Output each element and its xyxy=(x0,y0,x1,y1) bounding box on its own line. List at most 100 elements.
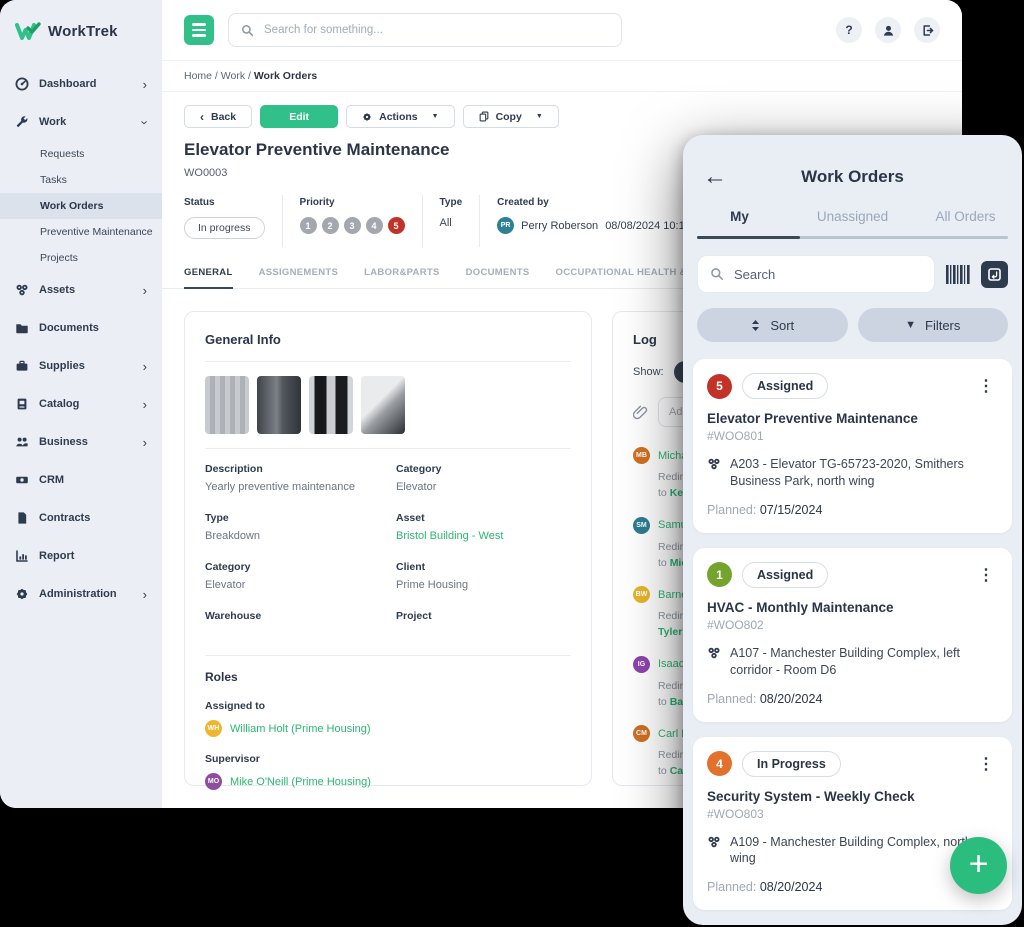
card-title: General Info xyxy=(205,332,571,347)
tab-underline xyxy=(697,236,1008,239)
user-button[interactable] xyxy=(875,17,901,43)
sidebar-item-work[interactable]: Work › xyxy=(0,103,162,141)
sidebar-item-projects[interactable]: Projects xyxy=(0,245,162,271)
sidebar-item-tasks[interactable]: Tasks xyxy=(0,167,162,193)
chevron-right-icon: › xyxy=(143,77,147,92)
tab-all-orders[interactable]: All Orders xyxy=(909,209,1022,236)
logout-button[interactable] xyxy=(914,17,940,43)
breadcrumb-current: Work Orders xyxy=(254,70,317,82)
planned-date: 08/20/2024 xyxy=(760,692,823,706)
field-type: Type Breakdown xyxy=(205,512,380,543)
tab-my[interactable]: My xyxy=(683,209,796,236)
priority-badge: 5 xyxy=(707,374,732,399)
kebab-menu-icon[interactable]: ⋮ xyxy=(974,754,998,774)
bar-chart-icon xyxy=(15,549,29,563)
toolbar: ‹ Back Edit Actions ▼ Copy ▼ xyxy=(162,92,962,130)
chevron-right-icon: › xyxy=(143,435,147,450)
priority-badge: 1 xyxy=(707,562,732,587)
sidebar-item-business[interactable]: Business › xyxy=(0,423,162,461)
sidebar-item-dashboard[interactable]: Dashboard › xyxy=(0,65,162,103)
people-icon xyxy=(15,435,29,449)
sidebar-item-label: Business xyxy=(39,436,88,448)
roles-title: Roles xyxy=(205,670,571,684)
asset-link[interactable]: Bristol Building - West xyxy=(396,530,571,543)
work-order-list: 5 Assigned ⋮ Elevator Preventive Mainten… xyxy=(693,359,1012,910)
edit-button[interactable]: Edit xyxy=(260,105,338,128)
field-project: Project xyxy=(396,610,571,641)
field-asset: Asset Bristol Building - West xyxy=(396,512,571,543)
sidebar-item-crm[interactable]: CRM xyxy=(0,461,162,499)
wo-photo-4[interactable] xyxy=(361,376,405,434)
assigned-to-user: WH William Holt (Prime Housing) xyxy=(205,720,571,737)
avatar: CM xyxy=(633,725,650,742)
kebab-menu-icon[interactable]: ⋮ xyxy=(974,565,998,585)
status-badge: Assigned xyxy=(742,562,828,588)
avatar: MO xyxy=(205,773,222,790)
tab-unassigned[interactable]: Unassigned xyxy=(796,209,909,236)
kebab-menu-icon[interactable]: ⋮ xyxy=(974,376,998,396)
sidebar-item-label: Dashboard xyxy=(39,78,96,90)
global-search-input[interactable] xyxy=(262,23,609,37)
chevron-down-icon: › xyxy=(137,120,152,124)
copy-button[interactable]: Copy ▼ xyxy=(463,105,559,128)
chevron-right-icon: › xyxy=(143,359,147,374)
barcode-scan-icon[interactable] xyxy=(945,263,971,286)
wo-photo-2[interactable] xyxy=(257,376,301,434)
sidebar-item-documents[interactable]: Documents xyxy=(0,309,162,347)
global-search xyxy=(228,13,622,47)
planned-date: 07/15/2024 xyxy=(760,503,823,517)
tab-documents[interactable]: DOCUMENTS xyxy=(466,267,530,288)
field-category-2: Category Elevator xyxy=(205,561,380,592)
plus-icon: + xyxy=(969,847,989,881)
work-order-card[interactable]: 1 Assigned ⋮ HVAC - Monthly Maintenance … xyxy=(693,548,1012,722)
back-arrow-icon[interactable]: ← xyxy=(703,165,727,189)
tab-labor-parts[interactable]: LABOR&PARTS xyxy=(364,267,439,288)
tab-general[interactable]: GENERAL xyxy=(184,267,233,289)
card-code: #WOO803 xyxy=(707,807,998,821)
field-warehouse: Warehouse xyxy=(205,610,380,641)
paperclip-icon[interactable] xyxy=(633,405,648,420)
help-button[interactable]: ? xyxy=(836,17,862,43)
sidebar-item-administration[interactable]: Administration › xyxy=(0,575,162,613)
sidebar-item-label: Administration xyxy=(39,588,117,600)
wo-photo-1[interactable] xyxy=(205,376,249,434)
tab-assignments[interactable]: ASSIGNEMENTS xyxy=(259,267,339,288)
sidebar-item-requests[interactable]: Requests xyxy=(0,141,162,167)
gears-icon xyxy=(707,457,721,471)
card-title: HVAC - Monthly Maintenance xyxy=(707,600,998,615)
show-label: Show: xyxy=(633,366,664,378)
sidebar-item-work-orders[interactable]: Work Orders xyxy=(0,193,162,219)
book-icon xyxy=(15,397,29,411)
sidebar-item-catalog[interactable]: Catalog › xyxy=(0,385,162,423)
work-order-card[interactable]: 5 Assigned ⋮ Elevator Preventive Mainten… xyxy=(693,359,1012,533)
avatar: WH xyxy=(205,720,222,737)
sidebar-item-report[interactable]: Report xyxy=(0,537,162,575)
wo-photo-3[interactable] xyxy=(309,376,353,434)
priority-5-active[interactable]: 5 xyxy=(388,217,405,234)
breadcrumb[interactable]: Home / Work / Work Orders xyxy=(162,60,962,92)
sidebar-item-assets[interactable]: Assets › xyxy=(0,271,162,309)
sidebar-item-contracts[interactable]: Contracts xyxy=(0,499,162,537)
sidebar-item-preventive-maintenance[interactable]: Preventive Maintenance xyxy=(0,219,162,245)
meta-status: Status In progress xyxy=(184,195,282,247)
priority-2[interactable]: 2 xyxy=(322,217,339,234)
sidebar-item-label: CRM xyxy=(39,474,64,486)
priority-1[interactable]: 1 xyxy=(300,217,317,234)
card-asset: A107 - Manchester Building Complex, left… xyxy=(730,645,988,679)
sidebar: WorkTrek Dashboard › Work › Requests Tas… xyxy=(0,0,162,808)
sort-button[interactable]: Sort xyxy=(697,308,848,342)
priority-3[interactable]: 3 xyxy=(344,217,361,234)
hamburger-menu-button[interactable] xyxy=(184,15,214,45)
add-work-order-button[interactable]: + xyxy=(950,837,1007,894)
assigned-user-link[interactable]: William Holt (Prime Housing) xyxy=(230,723,371,735)
back-button[interactable]: ‹ Back xyxy=(184,105,252,128)
qr-scan-icon[interactable] xyxy=(981,261,1008,288)
supervisor-user-link[interactable]: Mike O'Neill (Prime Housing) xyxy=(230,776,371,788)
actions-button[interactable]: Actions ▼ xyxy=(346,105,454,128)
filters-button[interactable]: ▼ Filters xyxy=(858,308,1009,342)
priority-4[interactable]: 4 xyxy=(366,217,383,234)
question-icon: ? xyxy=(845,23,852,37)
panel-search-input[interactable] xyxy=(732,266,922,283)
gears-icon xyxy=(707,835,721,849)
sidebar-item-supplies[interactable]: Supplies › xyxy=(0,347,162,385)
